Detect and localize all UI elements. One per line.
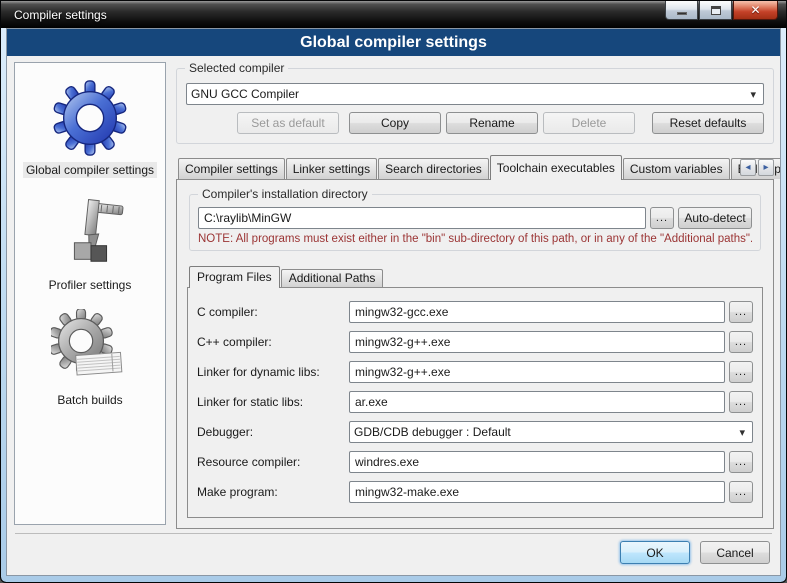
browse-c-compiler-button[interactable]: ... [729, 301, 753, 323]
program-files-panel: C compiler: ... C++ compiler: ... Linker [187, 287, 763, 518]
dynamic-linker-input[interactable] [349, 361, 725, 383]
program-row-make-program: Make program: ... [197, 481, 753, 503]
make-program-input[interactable] [349, 481, 725, 503]
maximize-button[interactable] [699, 1, 732, 20]
ok-button[interactable]: OK [620, 541, 690, 564]
browse-cpp-compiler-button[interactable]: ... [729, 331, 753, 353]
subtab-additional-paths[interactable]: Additional Paths [281, 269, 384, 287]
tab-compiler-settings[interactable]: Compiler settings [178, 158, 285, 179]
programs-subtabstrip: Program Files Additional Paths [187, 265, 763, 287]
dialog-header: Global compiler settings [7, 29, 780, 56]
blue-gear-icon [51, 79, 129, 157]
sidebar-item-global-compiler-settings[interactable]: Global compiler settings [23, 79, 157, 178]
dialog-footer: OK Cancel [15, 533, 772, 575]
program-row-resource-compiler: Resource compiler: ... [197, 451, 753, 473]
row-label: Linker for dynamic libs: [197, 365, 349, 379]
window-title: Compiler settings [1, 8, 107, 22]
rename-button[interactable]: Rename [446, 112, 538, 134]
row-label: Debugger: [197, 425, 349, 439]
row-label: Resource compiler: [197, 455, 349, 469]
chevron-down-icon: ▾ [747, 88, 759, 101]
window-controls: ✕ [665, 1, 778, 20]
close-icon: ✕ [750, 4, 760, 16]
settings-tabstrip: Compiler settings Linker settings Search… [176, 154, 774, 179]
arrow-right-icon: ▸ [763, 162, 768, 173]
compiler-buttons-row: Set as default Copy Rename Delete Reset … [186, 112, 764, 134]
installation-directory-group: Compiler's installation directory ... Au… [189, 194, 761, 251]
titlebar[interactable]: Compiler settings ✕ [1, 1, 786, 28]
sidebar-item-label: Profiler settings [46, 277, 135, 293]
tab-custom-variables[interactable]: Custom variables [623, 158, 730, 179]
sidebar-item-profiler-settings[interactable]: Profiler settings [46, 194, 135, 293]
row-label: C++ compiler: [197, 335, 349, 349]
close-button[interactable]: ✕ [733, 1, 778, 20]
selected-compiler-group-label: Selected compiler [185, 61, 288, 75]
program-row-c-compiler: C compiler: ... [197, 301, 753, 323]
cancel-button[interactable]: Cancel [700, 541, 770, 564]
compiler-combobox-value: GNU GCC Compiler [191, 87, 747, 101]
delete-button: Delete [543, 112, 635, 134]
browse-resource-compiler-button[interactable]: ... [729, 451, 753, 473]
browse-make-program-button[interactable]: ... [729, 481, 753, 503]
cpp-compiler-input[interactable] [349, 331, 725, 353]
c-compiler-input[interactable] [349, 301, 725, 323]
row-label: Make program: [197, 485, 349, 499]
toolchain-executables-panel: Compiler's installation directory ... Au… [176, 179, 774, 529]
row-label: Linker for static libs: [197, 395, 349, 409]
tab-scroll-left-button[interactable]: ◂ [740, 159, 756, 176]
sidebar-item-label: Batch builds [54, 392, 125, 408]
caliper-icon [51, 194, 129, 272]
tab-scroll-right-button[interactable]: ▸ [758, 159, 774, 176]
debugger-combobox-value: GDB/CDB debugger : Default [354, 425, 736, 439]
browse-static-linker-button[interactable]: ... [729, 391, 753, 413]
page-title: Global compiler settings [300, 34, 487, 52]
maximize-icon [711, 6, 721, 15]
browse-dynamic-linker-button[interactable]: ... [729, 361, 753, 383]
row-label: C compiler: [197, 305, 349, 319]
reset-defaults-button[interactable]: Reset defaults [652, 112, 764, 134]
set-as-default-button: Set as default [237, 112, 339, 134]
program-row-static-linker: Linker for static libs: ... [197, 391, 753, 413]
sidebar: Global compiler settings [14, 62, 166, 525]
sidebar-item-batch-builds[interactable]: Batch builds [51, 309, 129, 408]
window-frame: Global compiler settings [1, 28, 786, 582]
subtab-program-files[interactable]: Program Files [189, 266, 280, 288]
minimize-icon [677, 12, 687, 15]
program-row-debugger: Debugger: GDB/CDB debugger : Default ▾ [197, 421, 753, 443]
minimize-button[interactable] [665, 1, 698, 20]
tab-linker-settings[interactable]: Linker settings [286, 158, 377, 179]
copy-button[interactable]: Copy [349, 112, 441, 134]
tab-toolchain-executables[interactable]: Toolchain executables [490, 155, 622, 180]
installation-directory-label: Compiler's installation directory [198, 187, 372, 201]
arrow-left-icon: ◂ [745, 162, 750, 173]
program-row-dynamic-linker: Linker for dynamic libs: ... [197, 361, 753, 383]
installation-directory-input[interactable] [198, 207, 646, 229]
chevron-down-icon: ▾ [736, 426, 748, 439]
auto-detect-button[interactable]: Auto-detect [678, 207, 752, 229]
resource-compiler-input[interactable] [349, 451, 725, 473]
compiler-settings-dialog: Compiler settings ✕ Global compiler sett… [0, 0, 787, 583]
browse-directory-button[interactable]: ... [650, 207, 674, 229]
debugger-combobox[interactable]: GDB/CDB debugger : Default ▾ [349, 421, 753, 443]
gray-gear-stack-icon [51, 309, 129, 387]
selected-compiler-group: Selected compiler GNU GCC Compiler ▾ Set… [176, 68, 774, 144]
static-linker-input[interactable] [349, 391, 725, 413]
sidebar-item-label: Global compiler settings [23, 162, 157, 178]
program-row-cpp-compiler: C++ compiler: ... [197, 331, 753, 353]
tab-scroll-controls: ◂ ▸ [740, 159, 774, 176]
tab-search-directories[interactable]: Search directories [378, 158, 489, 179]
installation-note: NOTE: All programs must exist either in … [198, 233, 752, 245]
compiler-combobox[interactable]: GNU GCC Compiler ▾ [186, 83, 764, 105]
